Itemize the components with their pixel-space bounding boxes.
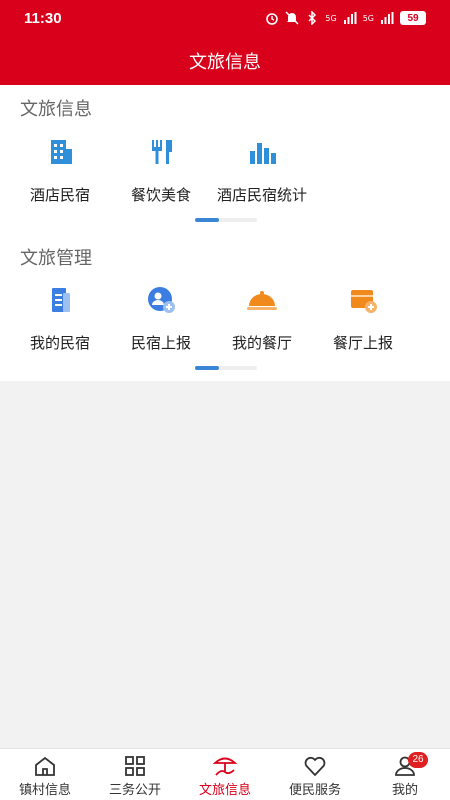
pager-indicator-management (195, 366, 257, 370)
signal-2-icon (381, 12, 394, 24)
building-icon (51, 140, 72, 164)
app-header: 11:30 5G 5G 59 文旅信息 (0, 0, 450, 85)
grid-item-my-homestay[interactable]: 我的民宿 (10, 285, 110, 353)
grid-label: 酒店民宿 (29, 186, 90, 204)
bottom-tab-bar: 镇村信息 三务公开 文旅信息 便民服务 我的 26 (0, 748, 450, 800)
tab-label: 镇村信息 (18, 783, 71, 798)
grid-label: 酒店民宿统计 (216, 186, 307, 204)
status-bar: 11:30 5G 5G 59 (0, 0, 450, 38)
pager-indicator-info (195, 218, 257, 222)
grid-label: 餐厅上报 (332, 334, 393, 352)
document-icon (52, 288, 70, 312)
status-icons: 5G 5G 59 (265, 11, 426, 25)
grid-item-my-restaurant[interactable]: 我的餐厅 (212, 285, 312, 353)
tab-label: 三务公开 (108, 783, 161, 798)
tab-label: 文旅信息 (198, 783, 251, 798)
content-panel: 文旅信息 酒店民宿 餐饮美食 酒店民宿统计 文旅管理 我的民宿 民宿上报 我的餐… (0, 85, 450, 381)
signal-1-icon (343, 12, 357, 24)
tab-village-info[interactable]: 镇村信息 (0, 749, 90, 800)
tab-label: 我的 (391, 783, 418, 798)
grid-item-hotel-stats[interactable]: 酒店民宿统计 (212, 137, 312, 205)
grid-label: 我的民宿 (29, 334, 90, 352)
grid-icon (125, 756, 145, 776)
signal-1-label: 5G (325, 13, 337, 23)
notification-badge: 26 (408, 752, 428, 768)
grid-item-homestay-report[interactable]: 民宿上报 (111, 285, 211, 353)
grid-label: 我的餐厅 (231, 334, 292, 352)
grid-label: 餐饮美食 (130, 186, 191, 204)
alarm-icon (266, 13, 279, 25)
box-add-icon (351, 290, 377, 313)
fork-spoon-icon (152, 140, 172, 164)
signal-2-label: 5G (362, 13, 374, 23)
tab-public-affairs[interactable]: 三务公开 (90, 749, 180, 800)
bluetooth-icon (308, 11, 317, 25)
section-title-management: 文旅管理 (20, 248, 92, 269)
section-title-info: 文旅信息 (20, 99, 92, 120)
tourism-icon (213, 757, 237, 776)
tab-convenience-services[interactable]: 便民服务 (270, 749, 360, 800)
grid-item-restaurant-report[interactable]: 餐厅上报 (313, 285, 413, 353)
grid-item-hotel[interactable]: 酒店民宿 (10, 137, 110, 205)
tab-me[interactable]: 我的 26 (360, 749, 450, 800)
page-title: 文旅信息 (189, 52, 261, 73)
grid-item-dining[interactable]: 餐饮美食 (111, 137, 211, 205)
tab-culture-tourism[interactable]: 文旅信息 (180, 749, 270, 800)
grid-label: 民宿上报 (130, 334, 191, 352)
tab-label: 便民服务 (288, 783, 341, 798)
food-cloche-icon (247, 291, 277, 310)
mute-icon (285, 11, 299, 25)
home-icon (35, 756, 55, 776)
battery-icon: 59 (400, 11, 426, 25)
bar-chart-icon (250, 143, 276, 164)
user-add-icon (148, 287, 175, 313)
heart-icon (304, 756, 326, 776)
status-time: 11:30 (24, 10, 62, 27)
